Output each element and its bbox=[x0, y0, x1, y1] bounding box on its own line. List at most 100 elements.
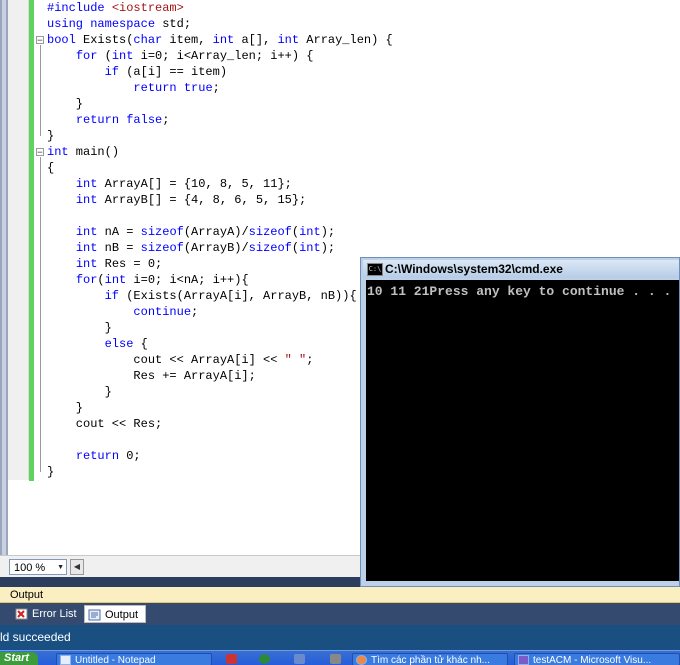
code-token: (ArrayB)/ bbox=[183, 241, 249, 255]
code-line[interactable]: } bbox=[47, 320, 393, 336]
code-line[interactable]: int nB = sizeof(ArrayB)/sizeof(int); bbox=[47, 240, 393, 256]
code-token: int bbox=[75, 241, 98, 255]
code-token: ; bbox=[162, 113, 170, 127]
code-token: } bbox=[47, 129, 55, 143]
code-token: false bbox=[126, 113, 163, 127]
code-editor[interactable]: #include <iostream> using namespace std; b… bbox=[47, 0, 393, 480]
code-line[interactable]: for(int i=0; i<nA; i++){ bbox=[47, 272, 393, 288]
code-line[interactable]: } bbox=[47, 384, 393, 400]
tab-output[interactable]: Output bbox=[84, 605, 146, 623]
code-token: sizeof bbox=[248, 241, 292, 255]
code-token: return bbox=[75, 449, 120, 463]
cmd-window[interactable]: C:\ C:\Windows\system32\cmd.exe 10 11 21… bbox=[360, 257, 680, 587]
code-token: (ArrayA)/ bbox=[183, 225, 249, 239]
code-token: continue bbox=[133, 305, 192, 319]
zoom-dropdown[interactable]: 100 % ▼ bbox=[9, 559, 67, 575]
code-line[interactable]: int main() bbox=[47, 144, 393, 160]
code-line[interactable]: } bbox=[47, 128, 393, 144]
code-token: true bbox=[183, 81, 213, 95]
code-token: int bbox=[104, 273, 127, 287]
taskbar-item-browser[interactable]: Tìm các phần tử khác nh... bbox=[352, 653, 508, 665]
code-token: ( bbox=[97, 49, 112, 63]
code-line[interactable] bbox=[47, 208, 393, 224]
taskbar-item-notepad[interactable]: Untitled - Notepad bbox=[56, 653, 212, 665]
output-panel-title: Output bbox=[0, 587, 680, 603]
cmd-titlebar[interactable]: C:\ C:\Windows\system32\cmd.exe bbox=[363, 260, 679, 278]
code-token: if bbox=[104, 65, 120, 79]
code-line[interactable]: } bbox=[47, 96, 393, 112]
code-line[interactable]: if (Exists(ArrayA[i], ArrayB, nB)){ bbox=[47, 288, 393, 304]
code-token: int bbox=[111, 49, 134, 63]
tab-error-list[interactable]: Error List bbox=[12, 605, 84, 623]
app-icon[interactable] bbox=[226, 654, 237, 664]
code-token: int bbox=[75, 257, 98, 271]
code-token: int bbox=[299, 225, 321, 239]
code-token: int bbox=[75, 225, 98, 239]
code-line[interactable]: Res += ArrayA[i]; bbox=[47, 368, 393, 384]
code-line[interactable]: int ArrayB[] = {4, 8, 6, 5, 15}; bbox=[47, 192, 393, 208]
cmd-console-output[interactable]: 10 11 21Press any key to continue . . . bbox=[366, 280, 679, 581]
code-line[interactable]: } bbox=[47, 400, 393, 416]
editor-status-row: 100 % ▼ ◀ bbox=[0, 555, 360, 578]
device-icon[interactable] bbox=[330, 654, 341, 664]
code-token: Array_len) { bbox=[299, 33, 393, 47]
status-text: ld succeeded bbox=[0, 630, 71, 644]
collapse-exists-icon[interactable]: − bbox=[36, 36, 44, 46]
code-line[interactable]: #include <iostream> bbox=[47, 0, 393, 16]
code-token: ); bbox=[320, 225, 336, 239]
code-token: cout << ArrayA[i] << bbox=[47, 353, 285, 367]
code-line[interactable]: int Res = 0; bbox=[47, 256, 393, 272]
code-line[interactable]: else { bbox=[47, 336, 393, 352]
code-token: ArrayA[] = {10, 8, 5, 11}; bbox=[97, 177, 292, 191]
code-line[interactable]: continue; bbox=[47, 304, 393, 320]
tab-error-list-label: Error List bbox=[32, 608, 77, 620]
scroll-left-button[interactable]: ◀ bbox=[70, 559, 84, 575]
code-token: (a[i] == item) bbox=[119, 65, 228, 79]
code-token: return bbox=[75, 113, 120, 127]
code-token: #include bbox=[47, 1, 112, 15]
code-token: sizeof bbox=[248, 225, 292, 239]
code-line[interactable]: bool Exists(char item, int a[], int Arra… bbox=[47, 32, 393, 48]
collapse-main-icon[interactable]: − bbox=[36, 148, 44, 158]
taskbar-item-visual-studio[interactable]: testACM - Microsoft Visu... bbox=[514, 653, 680, 665]
code-token: char bbox=[133, 33, 163, 47]
code-line[interactable]: int nA = sizeof(ArrayA)/sizeof(int); bbox=[47, 224, 393, 240]
code-line[interactable]: using namespace std; bbox=[47, 16, 393, 32]
code-token: bool bbox=[47, 33, 76, 47]
globe-icon[interactable] bbox=[259, 654, 270, 664]
code-line[interactable]: cout << Res; bbox=[47, 416, 393, 432]
code-line[interactable]: int ArrayA[] = {10, 8, 5, 11}; bbox=[47, 176, 393, 192]
code-token: ( bbox=[291, 225, 300, 239]
output-icon bbox=[88, 609, 101, 621]
network-icon[interactable] bbox=[294, 654, 305, 664]
code-token: int bbox=[299, 241, 321, 255]
code-token: cout << Res; bbox=[47, 417, 163, 431]
code-line[interactable] bbox=[47, 432, 393, 448]
code-line[interactable]: return false; bbox=[47, 112, 393, 128]
code-line[interactable]: if (a[i] == item) bbox=[47, 64, 393, 80]
code-line[interactable]: cout << ArrayA[i] << " "; bbox=[47, 352, 393, 368]
code-token: ( bbox=[291, 241, 300, 255]
code-token: int bbox=[277, 33, 300, 47]
code-line[interactable]: } bbox=[47, 464, 393, 480]
code-token: main() bbox=[68, 145, 120, 159]
code-token: item, bbox=[162, 33, 213, 47]
code-line[interactable]: { bbox=[47, 160, 393, 176]
code-line[interactable]: for (int i=0; i<Array_len; i++) { bbox=[47, 48, 393, 64]
code-line[interactable]: return 0; bbox=[47, 448, 393, 464]
cmd-app-icon: C:\ bbox=[367, 263, 383, 276]
code-token: ); bbox=[320, 241, 336, 255]
code-token: } bbox=[47, 97, 84, 111]
code-token: sizeof bbox=[140, 241, 184, 255]
code-token: for bbox=[75, 273, 98, 287]
code-token: ( bbox=[97, 273, 105, 287]
code-line[interactable]: return true; bbox=[47, 80, 393, 96]
start-button[interactable]: Start bbox=[0, 652, 38, 665]
